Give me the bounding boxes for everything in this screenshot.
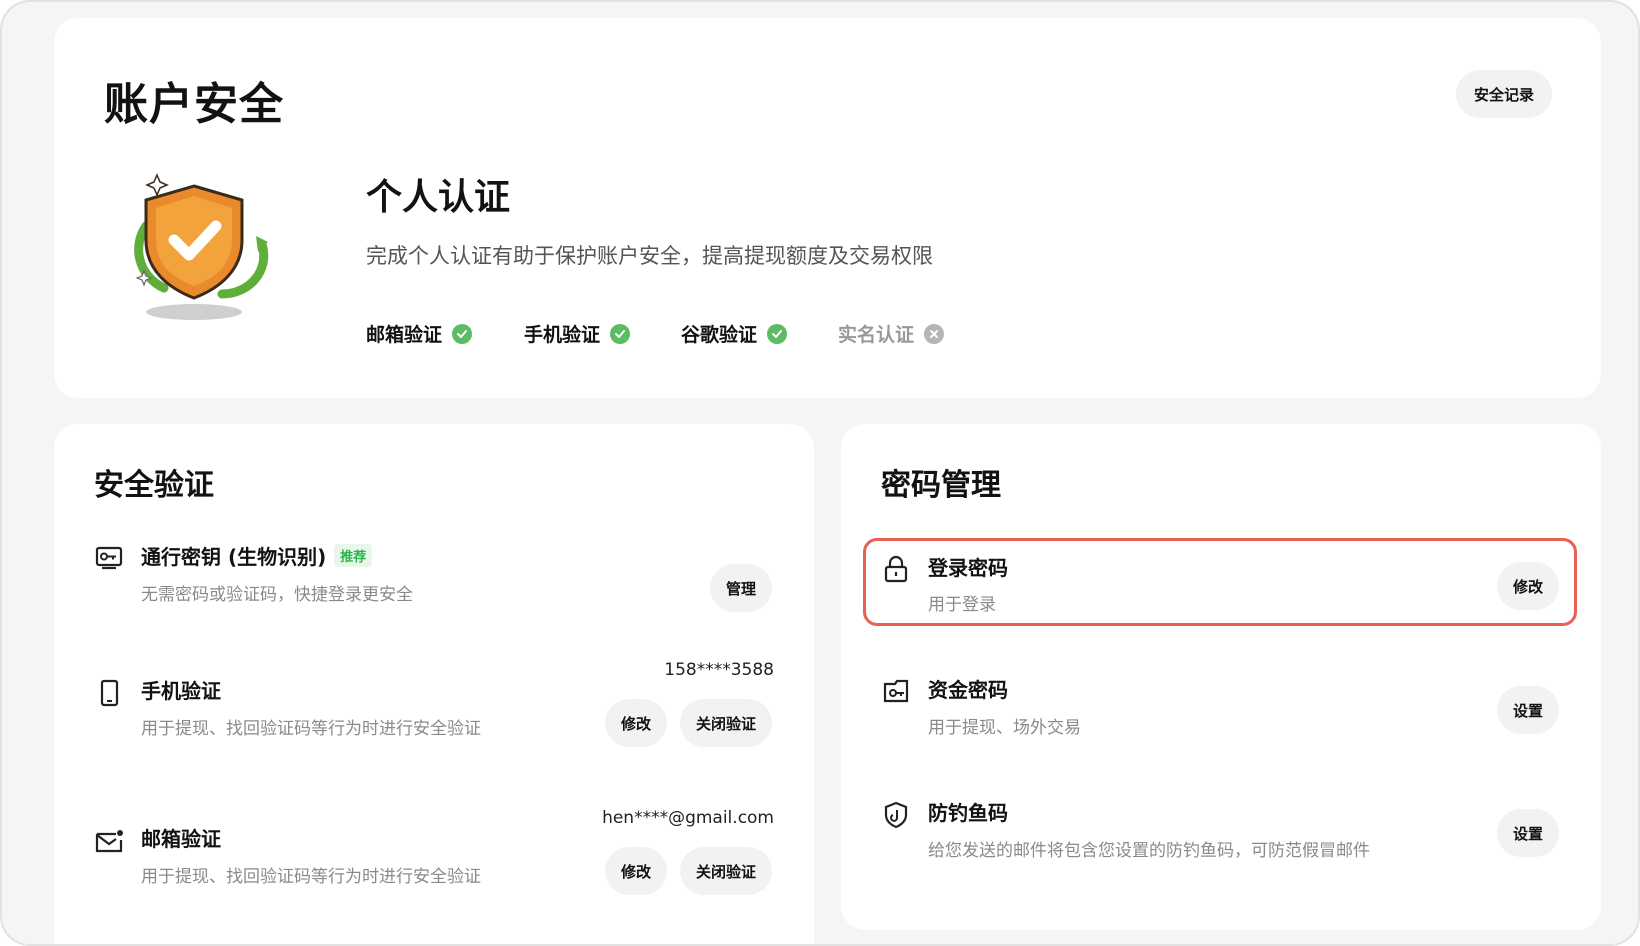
- anti-phishing-set-button[interactable]: 设置: [1497, 809, 1559, 857]
- auth-item-label: 手机验证: [524, 324, 601, 346]
- fund-password-set-button[interactable]: 设置: [1497, 686, 1559, 734]
- auth-item-label: 实名认证: [838, 324, 915, 346]
- account-security-card: 账户安全 安全记录 个人认证 完成个人认证有助于保护账户安全，提高提现额度及交易…: [54, 18, 1601, 398]
- check-circle-icon: [767, 323, 788, 344]
- phone-icon: [100, 679, 119, 707]
- app-frame: 账户安全 安全记录 个人认证 完成个人认证有助于保护账户安全，提高提现额度及交易…: [0, 0, 1640, 946]
- email-address: hen****@gmail.com: [602, 808, 774, 828]
- phone-edit-button[interactable]: 修改: [605, 699, 667, 747]
- auth-item-phone: 手机验证: [524, 320, 631, 347]
- anti-phishing-shield-icon: [884, 801, 908, 829]
- lock-icon: [884, 555, 908, 583]
- email-verify-description: 用于提现、找回验证码等行为时进行安全验证: [141, 867, 481, 887]
- personal-auth-title: 个人认证: [366, 177, 511, 218]
- phone-verify-description: 用于提现、找回验证码等行为时进行安全验证: [141, 719, 481, 739]
- check-circle-icon: [610, 323, 631, 344]
- page-title: 账户安全: [104, 79, 284, 130]
- fund-password-icon: [883, 679, 909, 703]
- security-verification-card: 安全验证 通行密钥 (生物识别) 推荐 无需密码或验证码，快捷登录更安全 管理 …: [54, 424, 814, 944]
- fund-password-description: 用于提现、场外交易: [928, 718, 1081, 738]
- personal-auth-description: 完成个人认证有助于保护账户安全，提高提现额度及交易权限: [366, 244, 933, 268]
- x-circle-icon: [924, 323, 945, 344]
- shield-check-illustration-icon: [134, 173, 269, 320]
- anti-phishing-description: 给您发送的邮件将包含您设置的防钓鱼码，可防范假冒邮件: [928, 841, 1370, 861]
- passkey-title: 通行密钥 (生物识别) 推荐: [141, 541, 373, 570]
- fund-password-title: 资金密码: [928, 678, 1008, 702]
- anti-phishing-title: 防钓鱼码: [928, 801, 1008, 825]
- passkey-description: 无需密码或验证码，快捷登录更安全: [141, 585, 413, 605]
- passkey-icon: [95, 546, 123, 570]
- passkey-title-text: 通行密钥 (生物识别): [141, 545, 327, 569]
- security-records-button[interactable]: 安全记录: [1456, 70, 1552, 118]
- phone-verify-title: 手机验证: [141, 679, 221, 703]
- login-password-edit-button[interactable]: 修改: [1497, 562, 1559, 610]
- section-title: 密码管理: [881, 468, 1001, 503]
- login-password-description: 用于登录: [928, 595, 996, 615]
- email-verify-title: 邮箱验证: [141, 827, 221, 851]
- auth-item-label: 谷歌验证: [681, 324, 758, 346]
- section-title: 安全验证: [94, 468, 214, 503]
- email-edit-button[interactable]: 修改: [605, 847, 667, 895]
- phone-number: 158****3588: [664, 660, 774, 680]
- password-management-card: 密码管理 登录密码 用于登录 修改 资金密码 用于提现、场外交易 设置 防钓鱼码…: [841, 424, 1601, 930]
- mail-icon: [95, 830, 123, 853]
- auth-item-label: 邮箱验证: [366, 324, 443, 346]
- check-circle-icon: [452, 323, 473, 344]
- recommended-badge: 推荐: [334, 544, 373, 567]
- email-disable-button[interactable]: 关闭验证: [680, 847, 772, 895]
- phone-disable-button[interactable]: 关闭验证: [680, 699, 772, 747]
- login-password-title: 登录密码: [928, 556, 1008, 580]
- passkey-manage-button[interactable]: 管理: [710, 564, 772, 612]
- auth-item-email: 邮箱验证: [366, 320, 473, 347]
- auth-item-realname: 实名认证: [838, 320, 945, 347]
- auth-item-google: 谷歌验证: [681, 320, 788, 347]
